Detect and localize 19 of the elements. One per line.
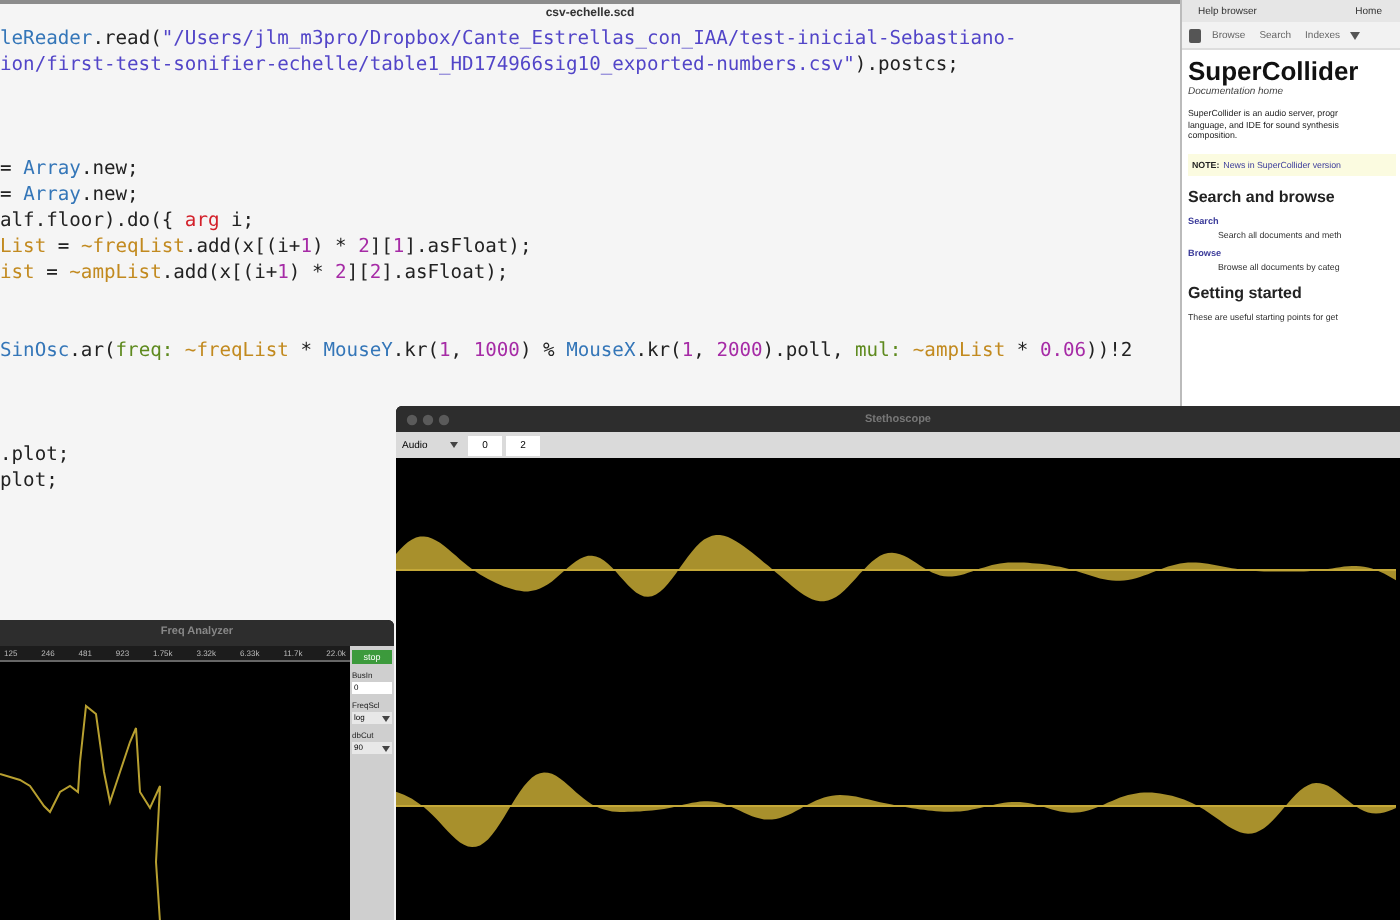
window-controls-icon xyxy=(406,413,450,425)
code-line: leReader.read("/Users/jlm_m3pro/Dropbox/Cante_Estrellas_con_IAA/test-inicial-Sebastiano- xyxy=(0,26,1017,52)
code-line: .plot; xyxy=(0,442,70,468)
code-line: List = ~freqList.add(x[(i+1) * 2][1].asFloat); xyxy=(0,234,532,260)
code-line: = Array.new; xyxy=(0,156,139,182)
code-line: SinOsc.ar(freq: ~freqList * MouseY.kr(1, 1000) % MouseX.kr(1, 2000).poll, mul: ~ampList * 0.06))!2 xyxy=(0,338,1133,364)
code-line: ist = ~ampList.add(x[(i+1) * 2][2].asFloat); xyxy=(0,260,509,286)
section-heading: Getting started xyxy=(1188,283,1304,302)
code-line: ion/first-test-sonifier-echelle/table1_HD174966sig10_exported-numbers.csv").postcs; xyxy=(0,52,959,78)
caret-icon xyxy=(382,715,390,721)
page-heading: SuperCollider xyxy=(1188,58,1361,86)
section-heading: Search and browse xyxy=(1188,187,1337,206)
book-icon xyxy=(1188,27,1202,43)
caret-icon xyxy=(450,442,458,448)
caret-icon xyxy=(1350,31,1361,39)
code-line: = Array.new; xyxy=(0,182,139,208)
code-line: alf.floor).do({ arg i; xyxy=(0,208,255,234)
code-line: plot; xyxy=(0,468,58,494)
caret-icon xyxy=(382,745,390,751)
